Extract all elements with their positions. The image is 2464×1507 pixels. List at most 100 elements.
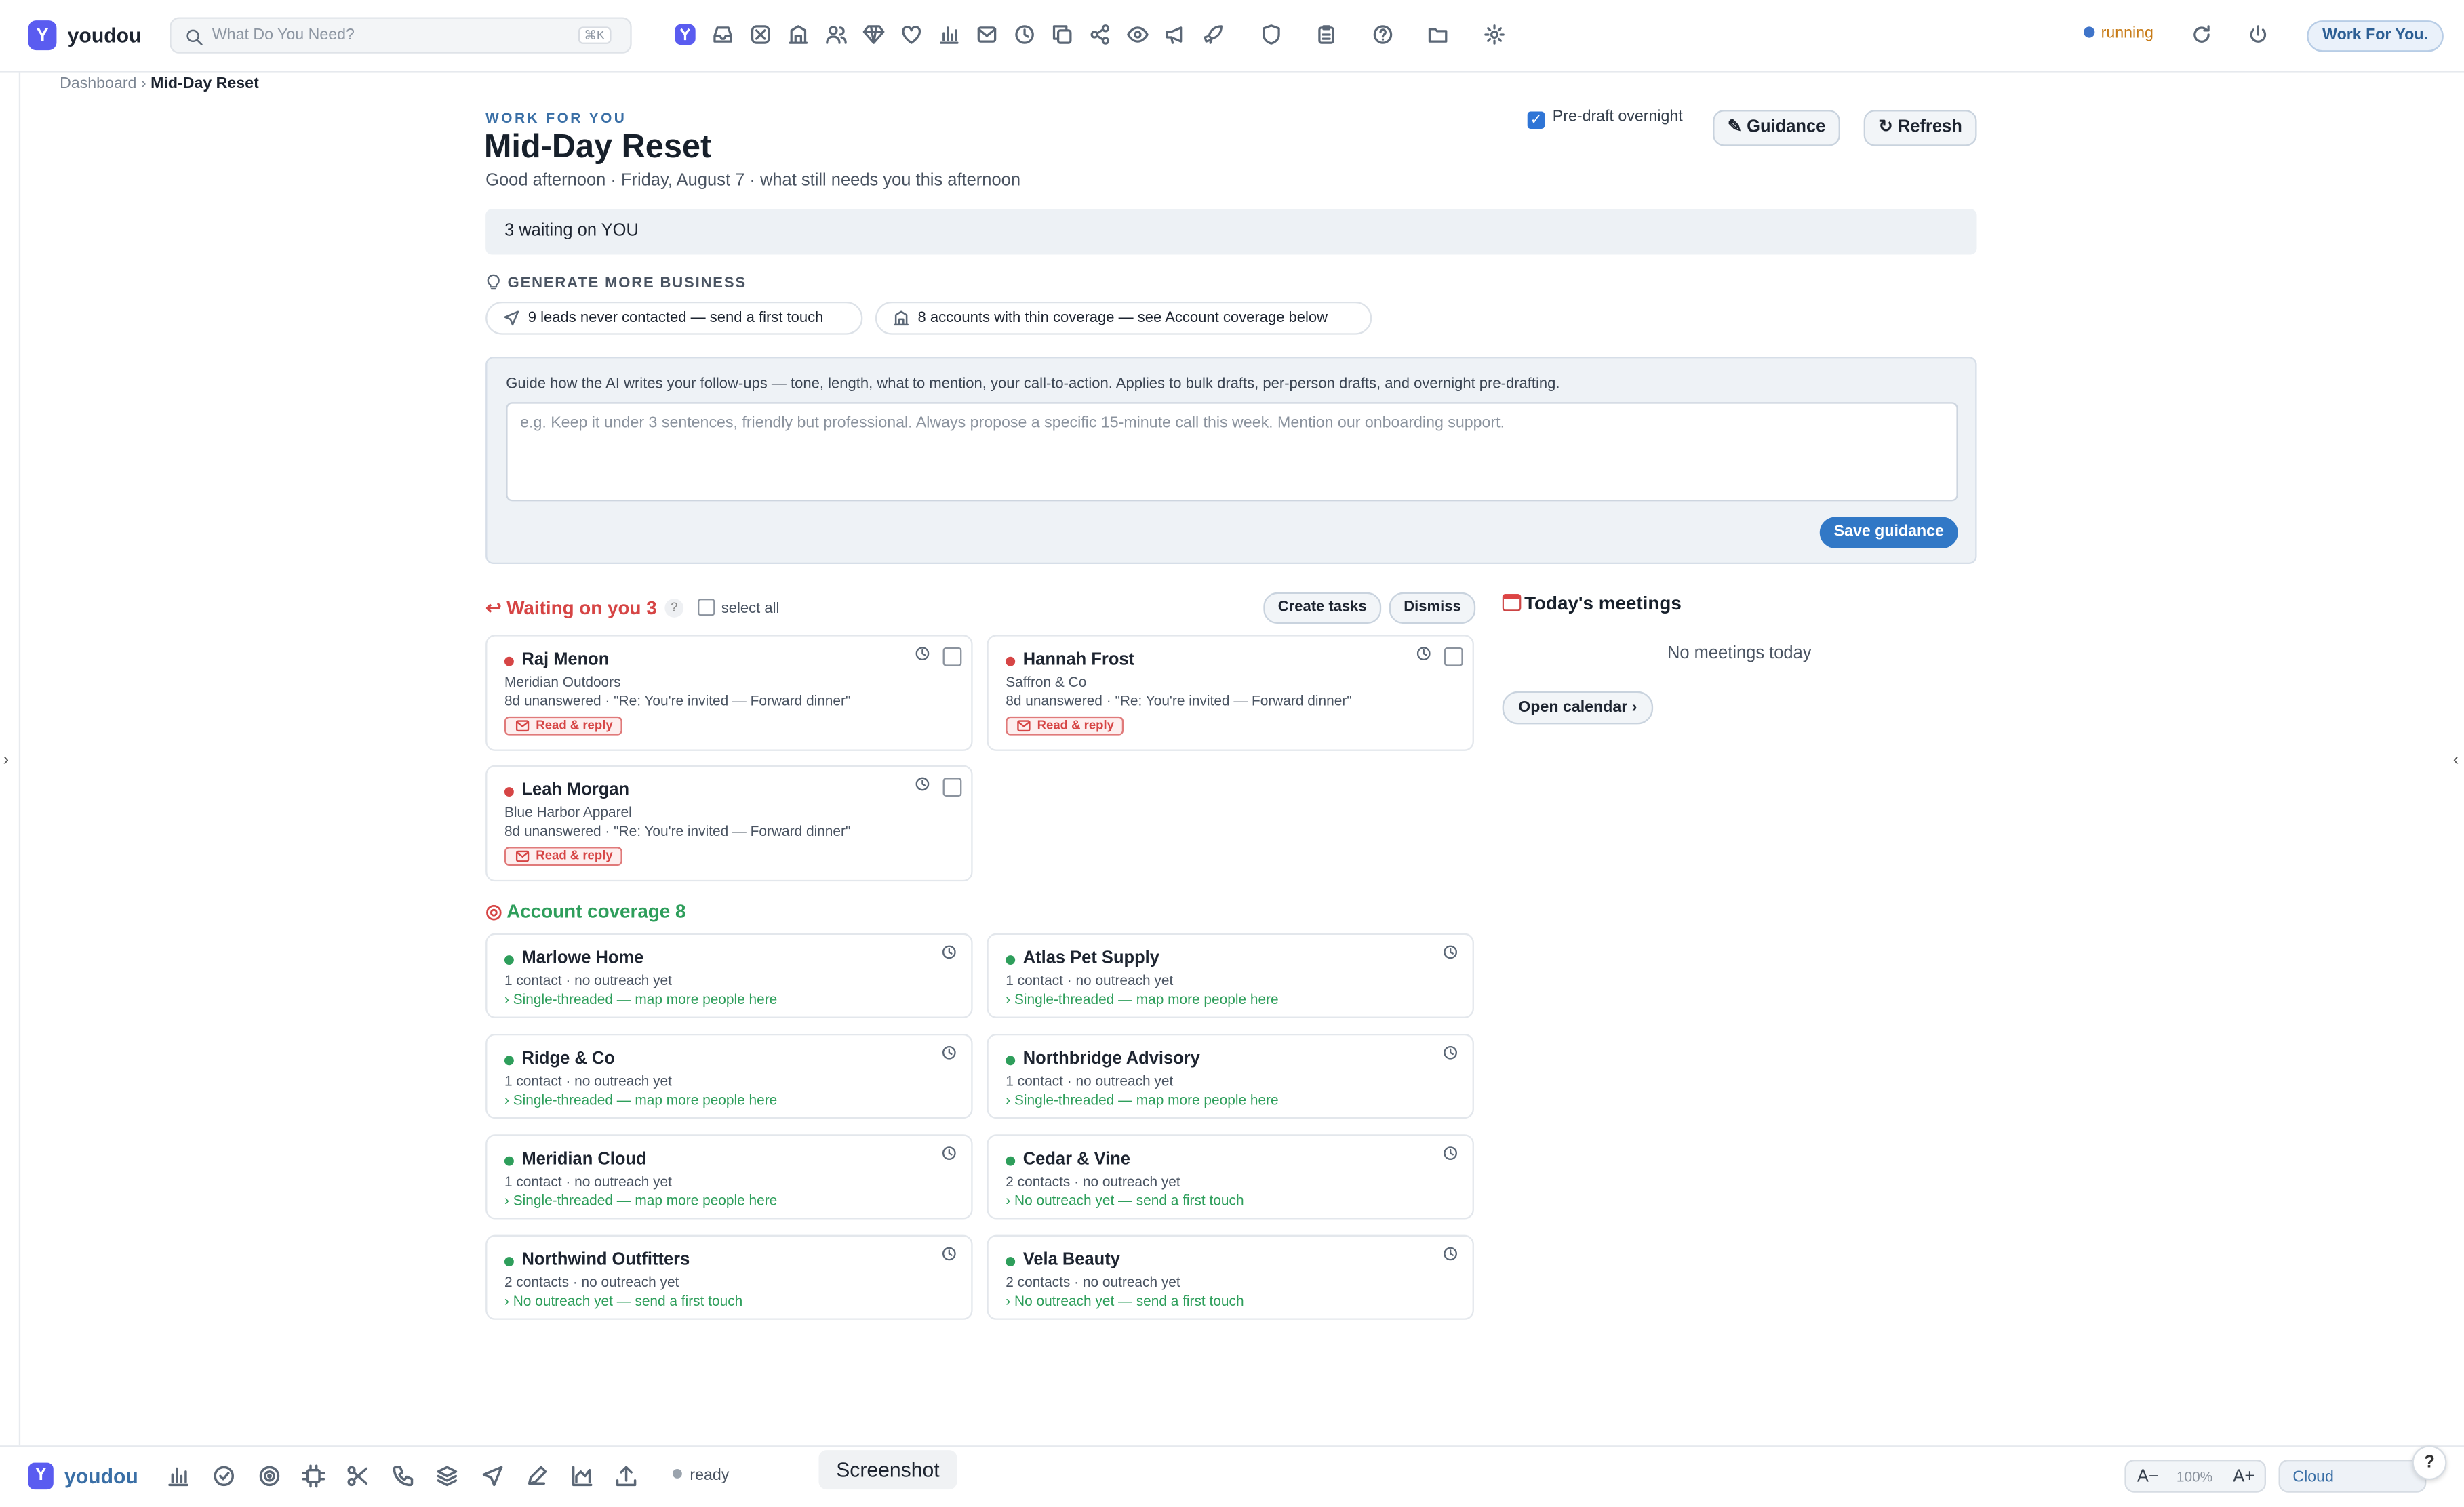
account-hint[interactable]: › Single-threaded — map more people here	[504, 1192, 777, 1208]
megaphone-icon[interactable]	[1164, 24, 1186, 45]
chip-icon[interactable]	[302, 1464, 325, 1488]
account-name[interactable]: Vela Beauty	[1023, 1251, 1120, 1270]
contact-name[interactable]: Raj Menon	[521, 650, 609, 669]
account-card[interactable]: Marlowe Home 1 contact · no outreach yet ›…	[485, 933, 973, 1018]
predraft-checkbox[interactable]: ✓	[1527, 111, 1545, 129]
snooze-clock-icon[interactable]	[941, 944, 957, 960]
help-circle-icon[interactable]	[1372, 24, 1393, 45]
waiting-card[interactable]: Leah Morgan Blue Harbor Apparel 8d unanswe…	[485, 765, 973, 882]
copy-icon[interactable]	[1051, 24, 1073, 45]
account-hint[interactable]: › No outreach yet — send a first touch	[504, 1293, 742, 1308]
account-card[interactable]: Meridian Cloud 1 contact · no outreach ye…	[485, 1134, 973, 1220]
waiting-card[interactable]: Hannah Frost Saffron & Co 8d unanswered · …	[987, 635, 1474, 751]
read-reply-button[interactable]: Read & reply	[1006, 716, 1124, 736]
card-select-checkbox[interactable]	[942, 647, 962, 666]
guidance-button[interactable]: ✎ Guidance	[1713, 110, 1840, 146]
account-card[interactable]: Atlas Pet Supply 1 contact · no outreach …	[987, 933, 1474, 1018]
account-name[interactable]: Meridian Cloud	[521, 1150, 646, 1169]
clipboard-icon[interactable]	[1315, 24, 1337, 45]
select-all-toggle[interactable]: select all	[698, 599, 779, 618]
expand-right-icon[interactable]: ‹	[2453, 751, 2459, 770]
account-name[interactable]: Northwind Outfitters	[521, 1251, 690, 1270]
target-icon[interactable]	[749, 24, 771, 45]
leads-chip[interactable]: 9 leads never contacted — send a first t…	[485, 301, 863, 335]
eye-icon[interactable]	[1127, 24, 1149, 45]
snooze-clock-icon[interactable]	[1416, 646, 1431, 662]
read-reply-button[interactable]: Read & reply	[504, 847, 622, 866]
account-name[interactable]: Atlas Pet Supply	[1023, 949, 1159, 968]
rocket-icon[interactable]	[1202, 24, 1224, 45]
heart-icon[interactable]	[900, 24, 922, 45]
account-card[interactable]: Vela Beauty 2 contacts · no outreach yet ›…	[987, 1234, 1474, 1320]
coverage-chip[interactable]: 8 accounts with thin coverage — see Acco…	[875, 301, 1372, 335]
bar-chart-icon[interactable]	[938, 24, 960, 45]
help-button[interactable]: ?	[2412, 1445, 2447, 1481]
folder-icon[interactable]	[1427, 24, 1448, 45]
account-name[interactable]: Northbridge Advisory	[1023, 1049, 1200, 1068]
zoom-in-button[interactable]: A+	[2233, 1468, 2254, 1487]
contact-name[interactable]: Hannah Frost	[1023, 650, 1134, 669]
search-input[interactable]: What Do You Need? ⌘K	[170, 17, 632, 54]
clock-icon[interactable]	[1014, 24, 1035, 45]
account-hint[interactable]: › Single-threaded — map more people here	[504, 1092, 777, 1108]
expand-left-icon[interactable]: ›	[3, 751, 9, 770]
bottom-brand[interactable]: youdou	[64, 1464, 138, 1488]
read-reply-button[interactable]: Read & reply	[504, 716, 622, 736]
shield-icon[interactable]	[1260, 24, 1282, 45]
snooze-clock-icon[interactable]	[941, 1246, 957, 1262]
account-name[interactable]: Cedar & Vine	[1023, 1150, 1130, 1169]
area-chart-icon[interactable]	[570, 1464, 594, 1488]
account-hint[interactable]: › Single-threaded — map more people here	[1006, 991, 1278, 1007]
account-hint[interactable]: › No outreach yet — send a first touch	[1006, 1293, 1244, 1308]
scissors-icon[interactable]	[346, 1464, 370, 1488]
send-icon[interactable]	[481, 1464, 504, 1488]
mail-icon[interactable]	[976, 24, 997, 45]
predraft-toggle[interactable]: ✓ Pre-draft overnight	[1527, 108, 1683, 129]
account-card[interactable]: Northwind Outfitters 2 contacts · no outr…	[485, 1234, 973, 1320]
work-for-you-button[interactable]: Work For You.	[2307, 20, 2444, 52]
waiting-card[interactable]: Raj Menon Meridian Outdoors 8d unanswered …	[485, 635, 973, 751]
inbox-icon[interactable]	[712, 24, 734, 45]
bar-chart-icon[interactable]	[167, 1464, 191, 1488]
account-name[interactable]: Ridge & Co	[521, 1049, 614, 1068]
account-card[interactable]: Ridge & Co 1 contact · no outreach yet › S…	[485, 1033, 973, 1119]
snooze-clock-icon[interactable]	[1443, 1045, 1458, 1060]
select-all-checkbox[interactable]	[698, 599, 715, 616]
target-icon[interactable]	[258, 1464, 281, 1488]
reload-icon[interactable]	[2191, 24, 2212, 45]
contact-name[interactable]: Leah Morgan	[521, 781, 629, 800]
card-select-checkbox[interactable]	[942, 778, 962, 797]
dismiss-button[interactable]: Dismiss	[1389, 592, 1476, 624]
snooze-clock-icon[interactable]	[915, 776, 930, 792]
create-tasks-button[interactable]: Create tasks	[1263, 592, 1382, 624]
snooze-clock-icon[interactable]	[1443, 1146, 1458, 1161]
guidance-textarea[interactable]: e.g. Keep it under 3 sentences, friendly…	[506, 402, 1958, 502]
open-calendar-button[interactable]: Open calendar ›	[1502, 691, 1654, 725]
account-card[interactable]: Northbridge Advisory 1 contact · no outre…	[987, 1033, 1474, 1119]
account-hint[interactable]: › Single-threaded — map more people here	[504, 991, 777, 1007]
snooze-clock-icon[interactable]	[1443, 944, 1458, 960]
snooze-clock-icon[interactable]	[915, 646, 930, 662]
share-icon[interactable]	[1089, 24, 1111, 45]
account-name[interactable]: Marlowe Home	[521, 949, 643, 968]
snooze-clock-icon[interactable]	[941, 1146, 957, 1161]
app-logo-icon[interactable]	[674, 24, 696, 45]
diamond-icon[interactable]	[862, 24, 885, 45]
people-icon[interactable]	[825, 24, 847, 45]
account-hint[interactable]: › Single-threaded — map more people here	[1006, 1092, 1278, 1108]
app-brand[interactable]: youdou	[68, 24, 142, 47]
snooze-clock-icon[interactable]	[1443, 1246, 1458, 1262]
layers-icon[interactable]	[435, 1464, 459, 1488]
building-icon[interactable]	[787, 24, 809, 45]
cloud-selector[interactable]: Cloud	[2278, 1460, 2427, 1493]
waiting-help-icon[interactable]: ?	[664, 599, 684, 618]
app-logo[interactable]: Y	[28, 20, 57, 51]
upload-icon[interactable]	[614, 1464, 638, 1488]
zoom-out-button[interactable]: A−	[2137, 1468, 2159, 1487]
save-guidance-button[interactable]: Save guidance	[1819, 517, 1958, 548]
card-select-checkbox[interactable]	[1444, 647, 1463, 666]
power-icon[interactable]	[2247, 24, 2269, 45]
gear-icon[interactable]	[1484, 24, 1505, 45]
pen-icon[interactable]	[525, 1464, 549, 1488]
phone-icon[interactable]	[391, 1464, 415, 1488]
